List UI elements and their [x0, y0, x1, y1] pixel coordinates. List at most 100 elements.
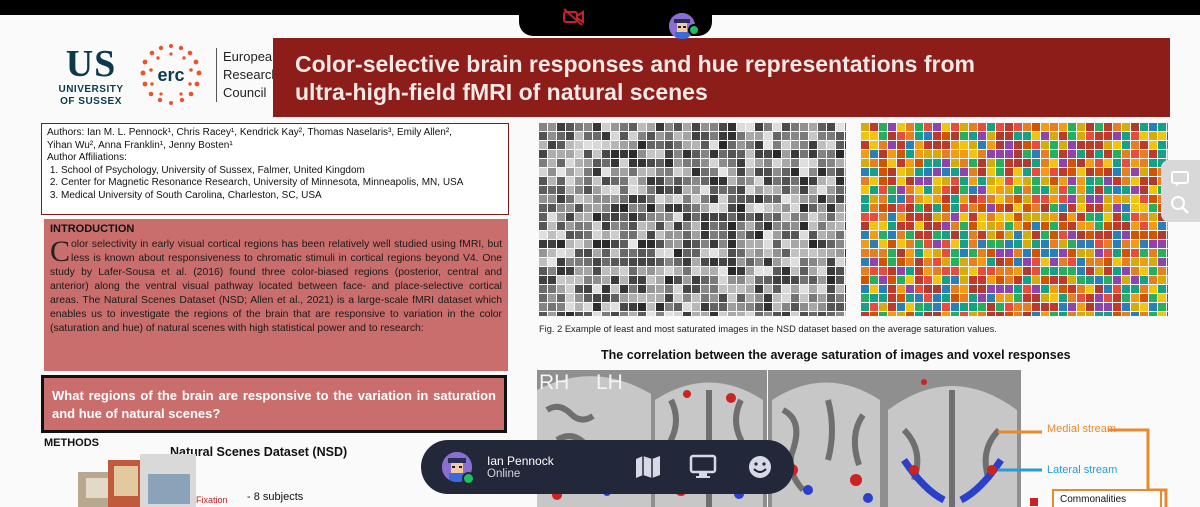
mosaic-tile: [557, 231, 565, 239]
mosaic-tile: [1122, 285, 1130, 293]
mosaic-tile: [1167, 141, 1168, 149]
mosaic-tile: [647, 312, 655, 316]
mosaic-tile: [879, 294, 887, 302]
mosaic-tile: [924, 204, 932, 212]
mosaic-tile: [683, 285, 691, 293]
mosaic-tile: [539, 186, 547, 194]
mosaic-tile: [1059, 195, 1067, 203]
mosaic-tile: [942, 123, 950, 131]
nsd-heading: Natural Scenes Dataset (NSD): [170, 445, 348, 459]
mosaic-tile: [969, 195, 977, 203]
mosaic-tile: [1077, 186, 1085, 194]
mosaic-tile: [996, 222, 1004, 230]
mosaic-tile: [728, 222, 736, 230]
map-icon[interactable]: [634, 454, 662, 480]
mosaic-tile: [611, 312, 619, 316]
emoji-icon[interactable]: [746, 454, 774, 480]
mosaic-tile: [584, 159, 592, 167]
mosaic-tile: [791, 285, 799, 293]
mosaic-tile: [755, 249, 763, 257]
mosaic-tile: [870, 231, 878, 239]
mosaic-tile: [647, 258, 655, 266]
mosaic-tile: [611, 294, 619, 302]
mosaic-tile: [1041, 168, 1049, 176]
mosaic-tile: [1005, 285, 1013, 293]
mosaic-tile: [1113, 123, 1121, 131]
mosaic-tile: [978, 159, 986, 167]
mosaic-tile: [915, 231, 923, 239]
mosaic-tile: [557, 204, 565, 212]
mosaic-tile: [897, 141, 905, 149]
mosaic-tile: [827, 213, 835, 221]
mosaic-tile: [969, 141, 977, 149]
mosaic-tile: [719, 186, 727, 194]
mosaic-tile: [791, 213, 799, 221]
mosaic-tile: [674, 132, 682, 140]
mosaic-tile: [692, 222, 700, 230]
mosaic-tile: [951, 222, 959, 230]
mosaic-tile: [584, 186, 592, 194]
mosaic-tile: [539, 240, 547, 248]
mosaic-tile: [906, 195, 914, 203]
reply-icon[interactable]: [1169, 168, 1191, 190]
mosaic-tile: [773, 159, 781, 167]
mosaic-tile: [647, 132, 655, 140]
mosaic-tile: [692, 132, 700, 140]
mosaic-tile: [1131, 150, 1139, 158]
mosaic-tile: [1086, 123, 1094, 131]
mosaic-tile: [1032, 213, 1040, 221]
mosaic-tile: [602, 177, 610, 185]
mosaic-tile: [620, 204, 628, 212]
mosaic-tile: [629, 258, 637, 266]
mosaic-tile: [791, 276, 799, 284]
caller-status: Online: [487, 468, 521, 480]
mosaic-tile: [888, 258, 896, 266]
mosaic-tile: [1014, 249, 1022, 257]
mosaic-tile: [665, 294, 673, 302]
mosaic-tile: [1149, 312, 1157, 316]
mosaic-tile: [764, 141, 772, 149]
mosaic-tile: [1041, 285, 1049, 293]
mosaic-tile: [629, 132, 637, 140]
mosaic-tile: [960, 159, 968, 167]
zoom-search-icon[interactable]: [1169, 194, 1191, 216]
mosaic-tile: [548, 150, 556, 158]
mosaic-tile: [978, 231, 986, 239]
mosaic-tile: [683, 186, 691, 194]
mosaic-tile: [1158, 276, 1166, 284]
mosaic-tile: [969, 276, 977, 284]
mosaic-tile: [647, 186, 655, 194]
mosaic-tile: [1122, 150, 1130, 158]
mosaic-tile: [888, 276, 896, 284]
mosaic-tile: [1005, 258, 1013, 266]
mosaic-tile: [978, 222, 986, 230]
screen-share-icon[interactable]: [689, 454, 717, 480]
mosaic-tile: [1086, 159, 1094, 167]
mosaic-tile: [942, 240, 950, 248]
mosaic-tile: [969, 303, 977, 311]
mosaic-tile: [996, 159, 1004, 167]
mosaic-tile: [701, 276, 709, 284]
mosaic-tile: [593, 177, 601, 185]
mosaic-tile: [969, 285, 977, 293]
mosaic-tile: [584, 222, 592, 230]
mosaic-tile: [620, 222, 628, 230]
mosaic-tile: [924, 303, 932, 311]
mosaic-tile: [1041, 177, 1049, 185]
mosaic-tile: [773, 285, 781, 293]
mosaic-tile: [1167, 276, 1168, 284]
mosaic-tile: [647, 150, 655, 158]
mosaic-tile: [665, 312, 673, 316]
mosaic-tile: [870, 159, 878, 167]
mosaic-tile: [1113, 240, 1121, 248]
mosaic-tile: [906, 177, 914, 185]
mosaic-tile: [1104, 285, 1112, 293]
mosaic-tile: [548, 294, 556, 302]
mosaic-tile: [719, 177, 727, 185]
mosaic-tile: [548, 231, 556, 239]
camera-off-icon[interactable]: [563, 8, 585, 26]
least-saturated-images-mosaic: [539, 123, 846, 316]
mosaic-tile: [951, 231, 959, 239]
mosaic-tile: [773, 276, 781, 284]
mosaic-tile: [1032, 240, 1040, 248]
